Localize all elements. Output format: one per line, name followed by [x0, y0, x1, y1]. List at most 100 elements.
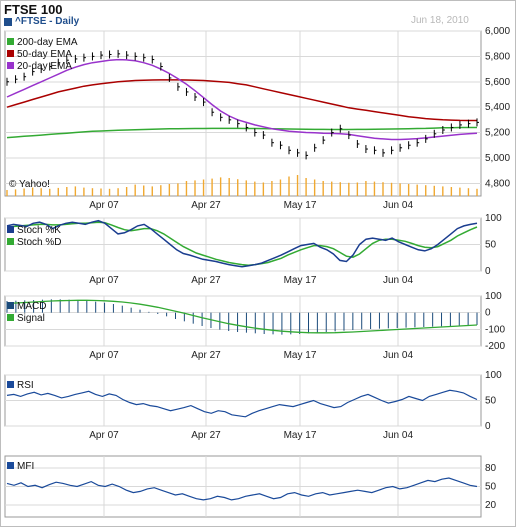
- rsi-x-tick-1: Apr 27: [191, 430, 221, 441]
- stoch-legend-label-1: Stoch %D: [17, 237, 61, 248]
- stoch-legend-swatch-0: [7, 226, 14, 233]
- stoch-x-tick-3: Jun 04: [383, 275, 413, 286]
- price-x-tick-3: Jun 04: [383, 200, 413, 211]
- volume-bar: [108, 188, 111, 196]
- macd-legend-label-1: Signal: [17, 313, 45, 324]
- stoch-x-tick-2: May 17: [284, 275, 317, 286]
- stoch-y-tick-0: 100: [485, 213, 502, 224]
- price-y-tick-5: 5,000: [485, 153, 510, 164]
- volume-bar: [296, 175, 299, 196]
- volume-bar: [74, 186, 77, 196]
- volume-bar: [476, 188, 478, 196]
- macd-x-tick-2: May 17: [284, 350, 317, 361]
- macd-legend-swatch-1: [7, 314, 14, 321]
- volume-bar: [373, 181, 376, 196]
- macd-x-tick-0: Apr 07: [89, 350, 119, 361]
- volume-bar: [66, 187, 68, 196]
- volume-bar: [313, 179, 316, 196]
- price-legend-label-0: 200-day EMA: [17, 37, 78, 48]
- price-y-tick-6: 4,800: [485, 178, 510, 189]
- volume-bar: [288, 176, 290, 196]
- rsi-y-tick-1: 50: [485, 396, 497, 407]
- volume-bar: [100, 188, 102, 196]
- volume-bar: [450, 187, 453, 196]
- macd-y-tick-0: 100: [485, 291, 502, 302]
- volume-bar: [407, 184, 410, 196]
- stoch-x-tick-0: Apr 07: [89, 275, 119, 286]
- stoch-d-line: [6, 221, 478, 266]
- volume-bar: [202, 179, 205, 196]
- chart-svg: 6,000 5,800 5,600 5,400 5,200 5,000 4,800 200-d…: [4, 26, 510, 518]
- stoch-x-tick-1: Apr 27: [191, 275, 221, 286]
- mfi-line: [6, 477, 478, 501]
- price-x-tick-0: Apr 07: [89, 200, 119, 211]
- price-panel: [4, 30, 482, 197]
- stoch-y-tick-1: 50: [485, 240, 497, 251]
- rsi-legend-swatch-0: [7, 381, 14, 388]
- price-x-tick-2: May 17: [284, 200, 317, 211]
- volume-bar: [433, 185, 435, 196]
- volume-bar: [356, 182, 359, 196]
- rsi-legend-label-0: RSI: [17, 380, 34, 391]
- volume-bar: [331, 181, 333, 196]
- volume-bar: [390, 182, 393, 196]
- rsi-x-tick-0: Apr 07: [89, 430, 119, 441]
- price-legend-label-1: 50-day EMA: [17, 49, 72, 60]
- volume-bar: [416, 184, 418, 196]
- volume-bar: [185, 181, 188, 196]
- mfi-y-tick-0: 80: [485, 463, 497, 474]
- volume-bar: [125, 187, 128, 196]
- volume-bar: [194, 180, 196, 196]
- watermark-text: © Yahoo!: [9, 179, 50, 190]
- rsi-line: [6, 389, 478, 418]
- volume-bar: [160, 185, 162, 196]
- volume-bar: [382, 182, 384, 196]
- rsi-y-tick-0: 100: [485, 370, 502, 381]
- macd-y-tick-2: -100: [485, 324, 505, 335]
- volume-bar: [254, 181, 256, 196]
- volume-bar: [6, 190, 8, 196]
- macd-y-tick-3: -200: [485, 341, 505, 352]
- volume-bar: [279, 179, 282, 196]
- volume-bar: [237, 179, 239, 196]
- volume-bar: [305, 178, 307, 196]
- price-legend-label-2: 20-day EMA: [17, 61, 72, 72]
- ema-line-2: [6, 58, 478, 141]
- stoch-k-line: [6, 219, 478, 268]
- price-y-tick-3: 5,400: [485, 102, 510, 113]
- volume-bar: [467, 188, 470, 196]
- rsi-x-tick-3: Jun 04: [383, 430, 413, 441]
- volume-bar: [219, 177, 222, 196]
- macd-y-tick-1: 0: [485, 308, 491, 319]
- volume-bar: [91, 188, 94, 196]
- volume-bar: [117, 188, 119, 196]
- stoch-y-tick-2: 0: [485, 266, 491, 277]
- mfi-legend-label-0: MFI: [17, 461, 34, 472]
- macd-panel: [4, 295, 482, 347]
- volume-bar: [177, 183, 179, 196]
- price-legend-swatch-1: [7, 50, 14, 57]
- stoch-legend-label-0: Stoch %K: [17, 225, 61, 236]
- rsi-y-tick-2: 0: [485, 421, 491, 432]
- volume-bar: [262, 182, 265, 196]
- price-legend-swatch-0: [7, 38, 14, 45]
- mfi-y-tick-2: 20: [485, 500, 497, 511]
- volume-bar: [211, 178, 213, 196]
- rsi-x-tick-2: May 17: [284, 430, 317, 441]
- volume-bar: [14, 189, 17, 196]
- volume-bar: [271, 181, 273, 196]
- volume-bar: [442, 186, 444, 196]
- price-y-tick-4: 5,200: [485, 128, 510, 139]
- macd-x-tick-3: Jun 04: [383, 350, 413, 361]
- volume-bar: [399, 183, 401, 196]
- price-x-tick-1: Apr 27: [191, 200, 221, 211]
- volume-bar: [339, 182, 341, 196]
- volume-bar: [143, 185, 145, 196]
- macd-legend-label-0: MACD: [17, 301, 46, 312]
- volume-bar: [322, 181, 324, 196]
- volume-bar: [151, 186, 153, 196]
- chart-frame: FTSE 100 ^FTSE - Daily Jun 18, 2010 6,00…: [0, 0, 516, 527]
- volume-bar: [228, 178, 230, 196]
- mfi-legend-swatch-0: [7, 462, 14, 469]
- mfi-y-tick-1: 50: [485, 482, 497, 493]
